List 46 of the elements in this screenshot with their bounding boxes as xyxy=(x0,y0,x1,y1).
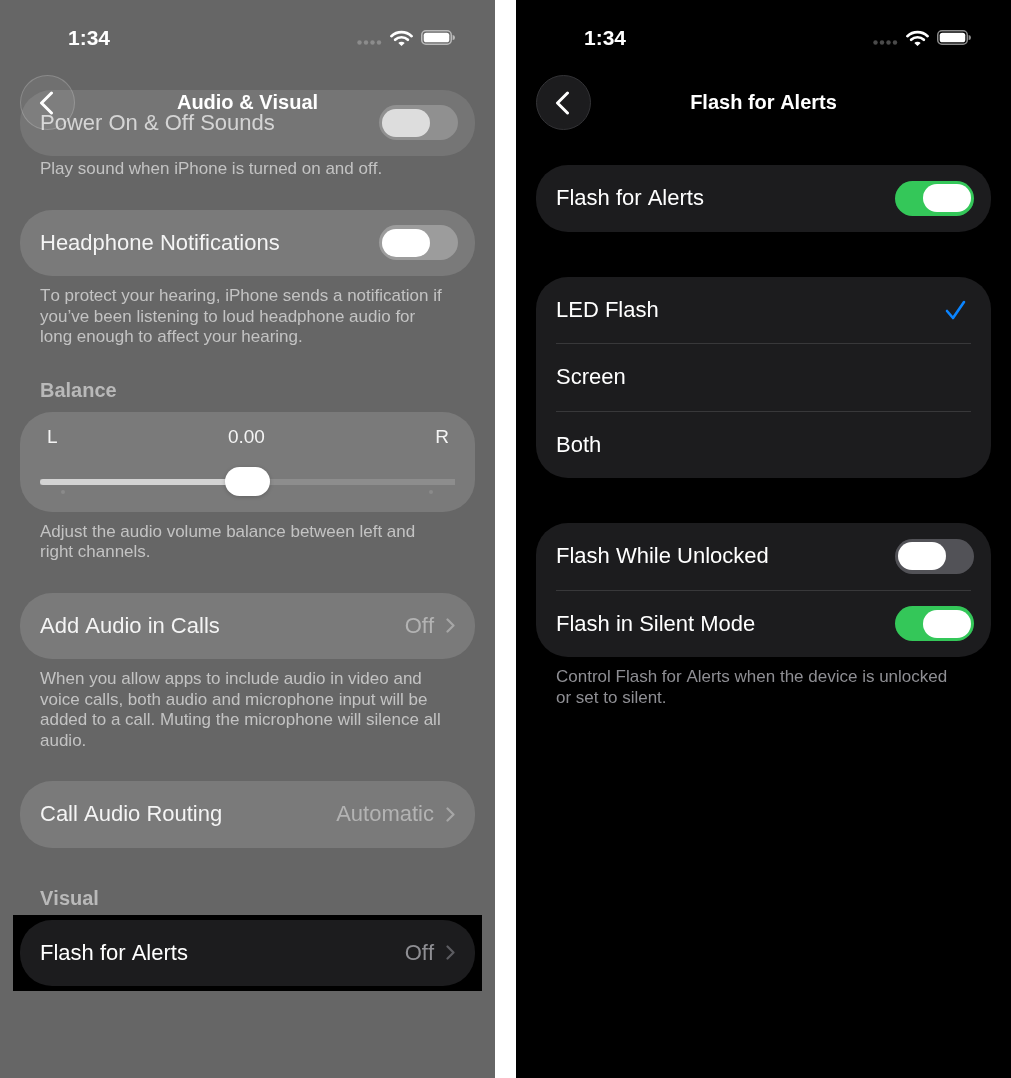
section-header: Visual xyxy=(40,885,100,910)
signal-dots-icon xyxy=(873,40,898,45)
battery-icon xyxy=(937,30,971,45)
footer-note: Play sound when iPhone is turned on and off. xyxy=(40,159,384,180)
row-label: Flash While Unlocked xyxy=(556,543,769,570)
slider-thumb[interactable] xyxy=(225,467,270,496)
slider-end-label: R xyxy=(435,425,449,448)
chevron-right-icon xyxy=(446,806,455,822)
footer-note: To protect your hearing, iPhone sends a notification if you’ve been listening to loud headphone audio for long enough to affect your hearing. xyxy=(40,286,443,348)
status-time: 1:34 xyxy=(68,26,111,49)
toggle-switch[interactable] xyxy=(895,538,974,574)
row-label: Headphone Notifications xyxy=(40,229,280,256)
status-time: 1:34 xyxy=(584,26,627,49)
option-row[interactable]: Both xyxy=(536,411,991,478)
toggle-switch[interactable] xyxy=(379,225,458,261)
option-row[interactable]: Screen xyxy=(536,344,991,411)
battery-icon xyxy=(421,30,455,45)
chevron-left-icon xyxy=(554,90,570,115)
signal-dots-icon xyxy=(357,40,382,45)
wifi-icon xyxy=(390,29,413,46)
row-value: Off xyxy=(404,939,434,966)
toggle-switch[interactable] xyxy=(895,180,974,216)
section-header: Balance xyxy=(40,377,118,402)
row-value: Off xyxy=(404,612,434,639)
slider-reading: 0.00 xyxy=(227,425,265,448)
footer-note: When you allow apps to include audio in video and voice calls, both audio and microphone input will be added to a call. Muting the microphone will silence all audio. xyxy=(40,669,442,751)
wifi-icon xyxy=(906,29,929,46)
chevron-right-icon xyxy=(446,945,455,961)
toggle-switch[interactable] xyxy=(379,105,458,141)
screen-title: Flash for Alerts xyxy=(690,93,837,112)
checkmark-icon xyxy=(945,299,966,320)
option-row[interactable]: LED Flash xyxy=(536,276,991,343)
row-label[interactable]: Flash for Alerts xyxy=(40,939,188,966)
slider-end-label: L xyxy=(47,425,58,448)
footer-note: Control Flash for Alerts when the device is unlocked or set to silent. xyxy=(556,667,949,708)
row-label: Flash in Silent Mode xyxy=(556,610,756,637)
toggle-switch[interactable] xyxy=(895,606,974,642)
row-value: Automatic xyxy=(336,801,434,828)
row-label[interactable]: Add Audio in Calls xyxy=(40,612,220,639)
footer-note: Adjust the audio volume balance between left and right channels. xyxy=(40,521,417,563)
row-label[interactable]: Call Audio Routing xyxy=(40,801,223,828)
chevron-left-icon xyxy=(38,90,54,115)
row-label: Power On & Off Sounds xyxy=(40,112,275,133)
row-label: Flash for Alerts xyxy=(556,185,704,212)
chevron-right-icon xyxy=(446,618,455,634)
screen-title: Audio & Visual xyxy=(176,93,319,112)
